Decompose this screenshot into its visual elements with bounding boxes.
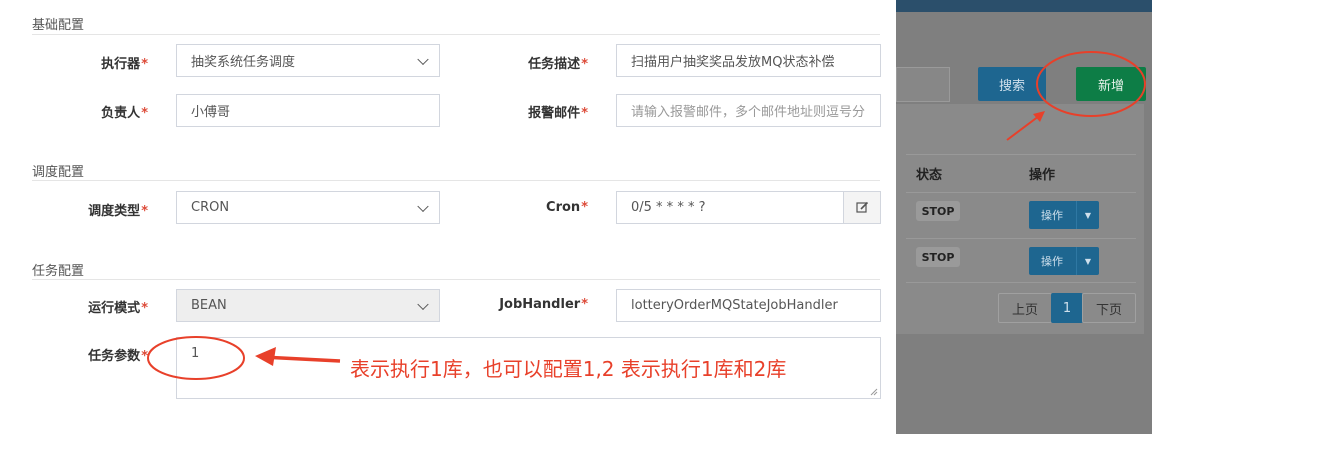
annotation-overlay [147,336,341,380]
section-title-schedule: 调度配置 [32,165,85,180]
table-divider [906,238,1136,239]
owner-label: 负责人* [101,106,148,121]
table-divider [906,154,1136,155]
resize-handle-icon[interactable] [870,388,878,396]
schedule-type-value: CRON [191,200,230,215]
arrow-left-icon [255,347,341,366]
alarm-email-input[interactable]: 请输入报警邮件，多个邮件地址则逗号分 [616,94,881,127]
schedule-type-select[interactable]: CRON [176,191,440,224]
run-mode-label: 运行模式* [88,301,148,316]
chevron-down-icon [417,53,429,65]
description-value: 扫描用户抽奖奖品发放MQ状态补偿 [631,55,835,70]
arrow-up-right-icon [1006,111,1045,141]
highlight-ellipse [1036,51,1146,117]
pagination-current[interactable]: 1 [1051,293,1083,323]
section-divider [32,180,880,181]
table-divider [906,192,1136,193]
caret-down-icon[interactable]: ▼ [1076,201,1099,229]
section-title-task: 任务配置 [32,264,85,279]
executor-value: 抽奖系统任务调度 [191,55,296,70]
cron-edit-button[interactable] [843,191,881,224]
cron-label: Cron* [546,200,588,215]
row-action-button[interactable]: 操作 ▼ [1029,201,1099,229]
cron-input[interactable]: 0/5 * * * * ? [616,191,844,224]
caret-down-icon[interactable]: ▼ [1076,247,1099,275]
owner-input[interactable]: 小傅哥 [176,94,440,127]
row-action-label: 操作 [1041,209,1063,222]
executor-select[interactable]: 抽奖系统任务调度 [176,44,440,77]
cron-value: 0/5 * * * * ? [631,200,706,215]
annotation-overlay-panel [1006,51,1146,141]
section-divider [32,279,880,280]
owner-value: 小傅哥 [191,105,231,120]
task-params-label: 任务参数* [88,349,148,364]
executor-label: 执行器* [101,57,148,72]
run-mode-value: BEAN [191,298,227,313]
table-header-action: 操作 [1029,168,1056,183]
row-action-button[interactable]: 操作 ▼ [1029,247,1099,275]
row-action-label: 操作 [1041,255,1063,268]
job-handler-input[interactable]: lotteryOrderMQStateJobHandler [616,289,881,322]
annotation-text: 表示执行1库，也可以配置1,2 表示执行1库和2库 [350,357,787,381]
schedule-type-label: 调度类型* [88,204,148,219]
edit-icon [855,201,868,213]
search-field[interactable] [896,67,950,102]
section-divider [32,34,880,35]
pagination-prev[interactable]: 上页 [998,293,1052,323]
description-input[interactable]: 扫描用户抽奖奖品发放MQ状态补偿 [616,44,881,77]
alarm-email-placeholder: 请输入报警邮件，多个邮件地址则逗号分 [631,105,866,120]
highlight-ellipse [147,336,245,380]
status-badge: STOP [916,247,960,267]
description-label: 任务描述* [528,57,588,72]
pagination-next[interactable]: 下页 [1082,293,1136,323]
job-handler-label: JobHandler* [499,297,588,312]
panel-header-bar [896,0,1152,12]
chevron-down-icon [417,200,429,212]
run-mode-select[interactable]: BEAN [176,289,440,322]
status-badge: STOP [916,201,960,221]
table-divider [906,282,1136,283]
alarm-email-label: 报警邮件* [528,106,588,121]
chevron-down-icon [417,298,429,310]
table-header-status: 状态 [916,168,943,183]
section-title-basic: 基础配置 [32,18,85,33]
job-handler-value: lotteryOrderMQStateJobHandler [631,298,838,313]
